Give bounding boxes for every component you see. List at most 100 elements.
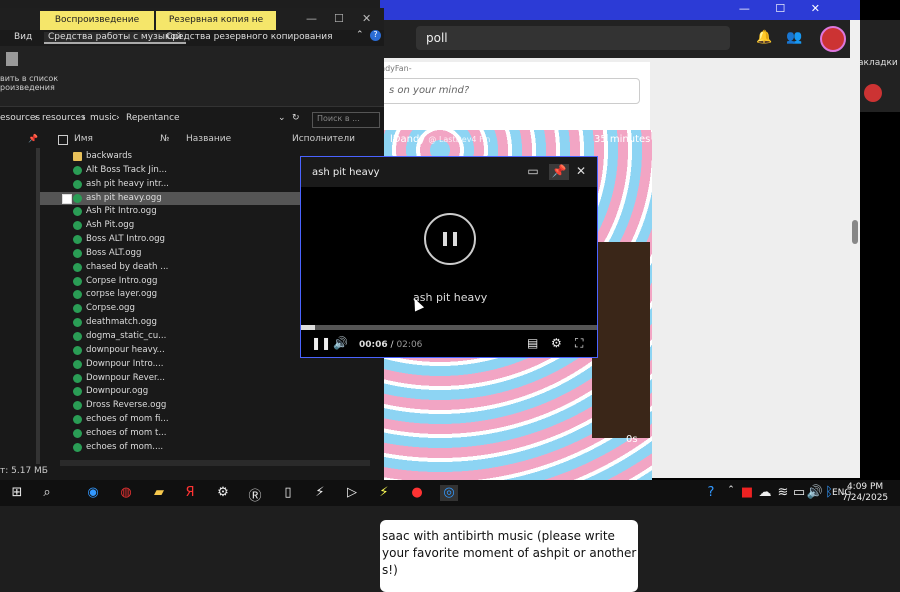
bell-icon[interactable]: 🔔 [756,30,772,46]
site-search-box[interactable] [416,26,730,50]
browser-scrollbar[interactable] [850,20,860,478]
file-row[interactable]: Downpour Intro.... [40,358,300,372]
cloud-icon[interactable]: ☁ [756,485,774,501]
status-size: т: 5.17 МБ [0,466,48,476]
file-row[interactable]: Ash Pit Intro.ogg [40,205,300,219]
file-name: corpse layer.ogg [86,289,158,300]
file-row[interactable]: echoes of mom.... [40,441,300,455]
folder-icon[interactable]: ▰ [150,485,168,501]
post-media-duration: 0s [626,434,638,445]
file-row[interactable]: ash pit heavy.ogg [40,191,300,206]
close-icon[interactable]: ✕ [811,2,820,15]
compose-input[interactable]: s on your mind? [380,78,640,104]
maximize-icon[interactable]: ☐ [775,2,785,15]
file-row[interactable]: Boss ALT Intro.ogg [40,233,300,247]
post-author[interactable]: lDandy @ LastDev4 Fin [390,134,490,145]
refresh-icon[interactable]: ↻ [292,113,300,123]
app-play-icon[interactable]: ▷ [343,485,361,501]
maximize-icon[interactable]: ☐ [334,12,344,25]
file-row[interactable]: Ash Pit.ogg [40,219,300,233]
column-title[interactable]: Название [186,134,231,144]
file-row[interactable]: corpse layer.ogg [40,288,300,302]
active-app-icon[interactable]: ◎ [440,485,458,501]
add-to-playlist-button[interactable]: вить в список роизведения [0,74,58,92]
avatar[interactable] [820,26,846,52]
breadcrumb-sep: › [116,113,120,123]
app-lightning-icon[interactable]: ⚡ [375,485,393,501]
chrome-icon[interactable]: ◍ [117,485,135,501]
play-icon[interactable] [6,52,18,66]
bookmark-avatar-icon[interactable] [864,84,882,102]
file-row[interactable]: ash pit heavy intr... [40,178,300,192]
column-name[interactable]: Имя [74,134,93,144]
file-row[interactable]: Dross Reverse.ogg [40,399,300,413]
file-row[interactable]: echoes of mom fi... [40,413,300,427]
post-media[interactable] [592,242,650,438]
help-icon[interactable]: ? [702,485,720,501]
chevron-down-icon[interactable]: ⌄ [278,113,286,123]
file-name: Ash Pit.ogg [86,220,135,231]
browser-titlebar: — ☐ ✕ [380,0,860,20]
file-row[interactable]: Boss ALT.ogg [40,247,300,261]
file-row[interactable]: Corpse Intro.ogg [40,275,300,289]
audio-file-icon [73,248,82,258]
app-r-icon[interactable]: Ⓡ [246,485,264,504]
clock[interactable]: 4:09 PM 7/24/2025 [842,482,888,504]
chevron-up-icon[interactable]: ⌃ [356,30,364,40]
tab-view[interactable]: Вид [14,32,32,42]
column-number[interactable]: № [160,134,169,144]
context-tab-playback[interactable]: Воспроизведение [40,11,154,30]
volume-icon[interactable]: 🔊 [333,336,348,350]
context-tab-backup[interactable]: Резервная копия не создана [156,11,276,44]
fullscreen-icon[interactable]: ⛶ [575,336,583,351]
document-icon[interactable]: ▯ [279,485,297,501]
breadcrumb-item[interactable]: resources [42,113,86,123]
close-icon[interactable]: ✕ [362,12,371,25]
gear-icon[interactable]: ⚙ [551,336,562,350]
stop-icon[interactable]: ■ [738,485,756,501]
breadcrumb-item[interactable]: Repentance [126,113,180,123]
file-row[interactable]: dogma_static_cu... [40,330,300,344]
file-row[interactable]: chased by death ... [40,261,300,275]
windows-start-icon[interactable]: ⊞ [8,485,26,501]
pause-icon[interactable] [424,213,476,265]
row-checkbox[interactable] [62,193,72,204]
explorer-search-input[interactable]: Поиск в ... [312,112,380,128]
people-icon[interactable]: 👥 [786,30,802,46]
site-search-input[interactable] [424,30,708,46]
file-row[interactable]: Alt Boss Track Jin... [40,164,300,178]
file-name: backwards [86,151,133,161]
select-all-checkbox[interactable] [58,135,68,145]
file-name: Boss ALT Intro.ogg [86,234,166,245]
file-row[interactable]: Downpour.ogg [40,385,300,399]
captions-icon[interactable]: ▤ [527,336,538,350]
file-row[interactable]: deathmatch.ogg [40,316,300,330]
file-row[interactable]: downpour heavy... [40,344,300,358]
breadcrumb-sep: › [82,113,86,123]
minimize-icon[interactable]: — [739,2,750,15]
gear-icon[interactable]: ⚙ [214,485,232,501]
help-icon[interactable]: ? [370,30,381,41]
file-row[interactable]: echoes of mom t... [40,427,300,441]
minimize-icon[interactable]: — [306,12,317,25]
record-icon[interactable]: ● [408,485,426,501]
pin-icon[interactable]: 📌 [549,164,569,180]
tab-backup-tools[interactable]: Средства резервного копирования [166,32,333,42]
pin-icon[interactable]: 📌 [28,134,38,143]
close-icon[interactable]: ✕ [571,164,591,180]
search-icon[interactable]: ⌕ [38,485,56,501]
edge-icon[interactable]: ◉ [84,485,102,501]
yandex-icon[interactable]: Я [181,485,199,501]
app-bolt-icon[interactable]: ⚡ [311,485,329,501]
pause-button[interactable]: ❚❚ [311,336,331,350]
file-row[interactable]: Corpse.ogg [40,302,300,316]
breadcrumb-item[interactable]: music [90,113,117,123]
back-to-tab-icon[interactable]: ▭ [523,164,543,180]
clock-time: 4:09 PM [846,482,884,492]
file-name: echoes of mom fi... [86,414,169,425]
file-row[interactable]: Downpour Rever... [40,372,300,386]
file-row[interactable]: backwards [40,150,300,164]
tab-music-tools[interactable]: Средства работы с музыкой [44,32,186,44]
column-artists[interactable]: Исполнители [292,134,355,144]
file-name: Ash Pit Intro.ogg [86,206,157,217]
